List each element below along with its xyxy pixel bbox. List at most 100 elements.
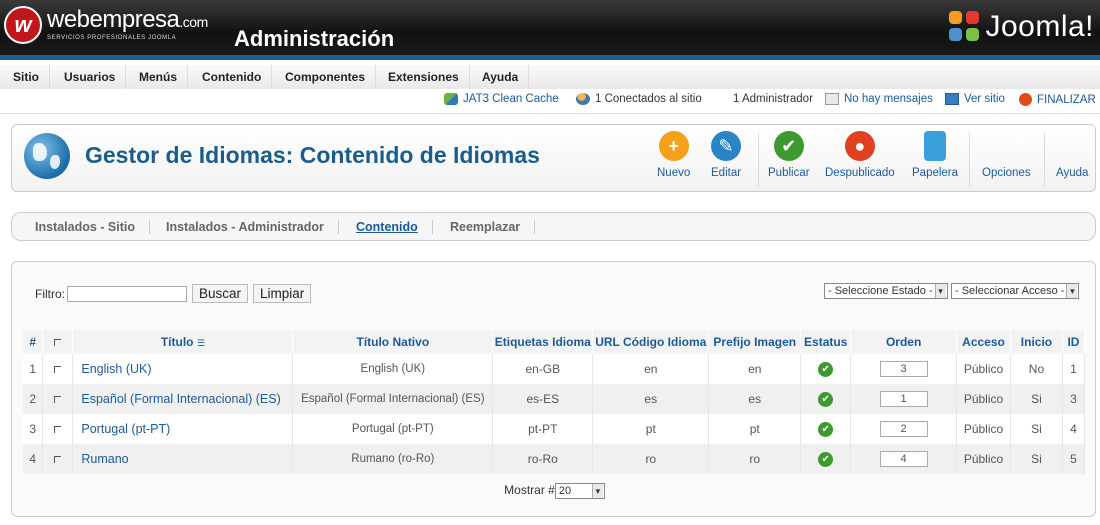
edit-button[interactable]: ✎ Editar	[711, 131, 741, 179]
cache-link[interactable]: JAT3 Clean Cache	[444, 93, 559, 105]
options-button[interactable]: Opciones	[982, 167, 1031, 179]
row-status[interactable]: ✔	[800, 444, 852, 474]
pencil-icon: ✎	[711, 131, 742, 161]
row-status[interactable]: ✔	[800, 354, 852, 384]
col-image-prefix[interactable]: Prefijo Imagen	[708, 330, 802, 354]
row-status[interactable]: ✔	[800, 414, 852, 444]
row-url-code: es	[592, 384, 710, 414]
row-url-code: ro	[592, 444, 710, 474]
row-checkbox[interactable]	[42, 414, 74, 444]
filter-input[interactable]	[67, 285, 187, 302]
messages-link[interactable]: No hay mensajes	[825, 93, 933, 105]
webempresa-logo[interactable]: w webempresa.com SERVICIOS PROFESIONALES…	[4, 6, 208, 44]
row-id: 5	[1062, 444, 1086, 474]
row-access: Público	[956, 384, 1011, 414]
tab-installed-site[interactable]: Instalados - Sitio	[35, 220, 151, 234]
row-title-link[interactable]: Español (Formal Internacional) (ES)	[72, 384, 294, 414]
published-check-icon: ✔	[818, 422, 834, 437]
order-input[interactable]: 2	[879, 421, 928, 437]
filter-bar: Filtro: Buscar Limpiar	[35, 284, 312, 303]
publish-label: Publicar	[768, 167, 810, 179]
show-label: Mostrar #	[504, 483, 555, 497]
mail-icon	[825, 93, 839, 105]
row-title-link[interactable]: Rumano	[72, 444, 294, 474]
help-label: Ayuda	[1056, 167, 1089, 179]
logout-label: FINALIZAR	[1037, 93, 1096, 106]
status-bar: JAT3 Clean Cache 1 Conectados al sitio 1…	[0, 89, 1100, 114]
tab-installed-admin[interactable]: Instalados - Administrador	[166, 220, 339, 234]
page-title: Gestor de Idiomas: Contenido de Idiomas	[85, 142, 540, 168]
pagination-footer: Mostrar #20	[12, 483, 1097, 499]
row-language-tag: es-ES	[492, 384, 594, 414]
publish-button[interactable]: ✔ Publicar	[768, 131, 810, 179]
col-title[interactable]: Título ☰	[72, 330, 294, 354]
row-checkbox[interactable]	[42, 354, 74, 384]
clear-button[interactable]: Limpiar	[253, 284, 312, 303]
menu-item-ayuda[interactable]: Ayuda	[482, 65, 530, 89]
table-row: 1 English (UK) English (UK) en-GB en en …	[23, 354, 1086, 384]
col-language-tag[interactable]: Etiquetas Idioma	[492, 330, 594, 354]
sort-icon: ☰	[196, 338, 205, 348]
admin-title: Administración	[234, 26, 395, 51]
view-site-link[interactable]: Ver sitio	[945, 93, 1005, 105]
menu-item-componentes[interactable]: Componentes	[285, 65, 377, 89]
row-access: Público	[956, 444, 1011, 474]
col-title-label: Título	[160, 335, 194, 349]
col-order[interactable]: Orden	[850, 330, 958, 354]
row-checkbox[interactable]	[42, 444, 74, 474]
logout-link[interactable]: FINALIZAR	[1019, 93, 1096, 106]
menu-item-sitio[interactable]: Sitio	[13, 65, 50, 89]
row-title-link[interactable]: Portugal (pt-PT)	[72, 414, 294, 444]
row-number: 2	[23, 384, 44, 414]
col-url-code[interactable]: URL Código Idioma	[592, 330, 710, 354]
checkbox-icon	[54, 426, 62, 433]
edit-label: Editar	[711, 167, 742, 179]
new-label: Nuevo	[657, 167, 691, 179]
access-select[interactable]: - Seleccionar Acceso -	[951, 283, 1080, 299]
search-button[interactable]: Buscar	[192, 284, 249, 303]
checkbox-icon	[54, 396, 62, 403]
row-native-title: English (UK)	[292, 354, 494, 384]
trash-icon	[924, 131, 947, 161]
tab-replace[interactable]: Reemplazar	[450, 220, 536, 234]
monitor-icon	[945, 93, 959, 105]
row-access: Público	[956, 414, 1011, 444]
menu-item-usuarios[interactable]: Usuarios	[64, 65, 127, 89]
table-row: 4 Rumano Rumano (ro-Ro) ro-Ro ro ro ✔ 4 …	[23, 444, 1086, 474]
options-label: Opciones	[982, 167, 1031, 179]
row-native-title: Rumano (ro-Ro)	[292, 444, 494, 474]
row-checkbox[interactable]	[42, 384, 74, 414]
row-order: 3	[850, 354, 958, 384]
row-home: Si	[1010, 414, 1063, 444]
trash-button[interactable]: Papelera	[912, 131, 958, 179]
row-language-tag: pt-PT	[492, 414, 594, 444]
row-title-link[interactable]: English (UK)	[72, 354, 294, 384]
order-input[interactable]: 3	[879, 361, 928, 377]
menu-item-extensiones[interactable]: Extensiones	[388, 65, 470, 89]
toolbar-divider	[1044, 133, 1045, 187]
help-button[interactable]: Ayuda	[1056, 167, 1088, 179]
unpublish-button[interactable]: ● Despublicado	[825, 131, 895, 179]
menu-item-menus[interactable]: Menús	[139, 65, 189, 89]
state-select[interactable]: - Seleccione Estado -	[824, 283, 948, 299]
col-status[interactable]: Estatus	[800, 330, 852, 354]
new-button[interactable]: + Nuevo	[657, 131, 690, 179]
menu-item-contenido[interactable]: Contenido	[202, 65, 273, 89]
order-input[interactable]: 4	[879, 451, 928, 467]
row-status[interactable]: ✔	[800, 384, 852, 414]
row-image-prefix: en	[708, 354, 802, 384]
order-input[interactable]: 1	[879, 391, 928, 407]
row-url-code: pt	[592, 414, 710, 444]
col-home[interactable]: Inicio	[1010, 330, 1063, 354]
header-bar: w webempresa.com SERVICIOS PROFESIONALES…	[0, 0, 1100, 60]
check-icon: ✔	[773, 131, 804, 161]
tab-content[interactable]: Contenido	[356, 220, 433, 234]
col-id[interactable]: ID	[1062, 330, 1086, 354]
content-panel: Filtro: Buscar Limpiar - Seleccione Esta…	[11, 261, 1096, 517]
limit-select[interactable]: 20	[554, 483, 605, 499]
col-access[interactable]: Acceso	[956, 330, 1011, 354]
table-row: 2 Español (Formal Internacional) (ES) Es…	[23, 384, 1086, 414]
col-check-all[interactable]	[42, 330, 74, 354]
admin-count: 1 Administrador	[733, 93, 813, 105]
col-native-title[interactable]: Título Nativo	[292, 330, 494, 354]
